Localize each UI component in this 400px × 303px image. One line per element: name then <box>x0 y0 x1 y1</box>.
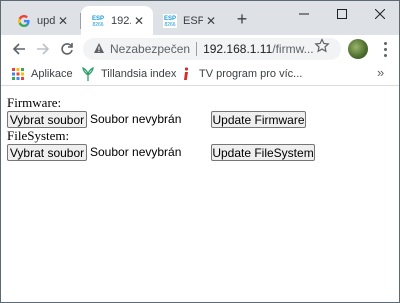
tab-title: upda <box>37 14 55 27</box>
firmware-choose-file-button[interactable]: Vybrat soubor <box>7 111 87 128</box>
plant-icon <box>81 67 95 81</box>
maximize-icon[interactable] <box>323 1 361 27</box>
minimize-icon[interactable] <box>285 1 323 27</box>
forward-arrow-icon[interactable] <box>33 39 53 59</box>
filesystem-no-file-text: Soubor nevybrán <box>90 145 182 159</box>
reload-icon[interactable] <box>57 39 77 59</box>
omnibox-divider <box>196 42 198 56</box>
google-icon <box>17 14 31 28</box>
firmware-heading: Firmware: <box>7 95 62 110</box>
close-tab-icon[interactable]: ✕ <box>203 14 219 28</box>
url-path: /firmw... <box>272 42 314 56</box>
url-host: 192.168.1.11 <box>203 42 273 56</box>
bookmark-tv-program[interactable]: TV program pro víc... <box>179 66 302 82</box>
bookmark-tillandsia[interactable]: Tillandsia index <box>81 66 176 82</box>
update-filesystem-button[interactable]: Update FileSystem <box>211 144 315 161</box>
bookmarks-overflow-icon[interactable]: » <box>377 65 384 80</box>
svg-text:8266: 8266 <box>164 22 175 28</box>
close-window-icon[interactable] <box>361 1 399 27</box>
svg-text:8266: 8266 <box>92 22 103 28</box>
bookmark-label: Aplikace <box>31 68 73 80</box>
browser-toolbar: Nezabezpečen 192.168.1.11/firmw... <box>1 35 399 63</box>
bookmark-label: TV program pro víc... <box>199 68 303 80</box>
bookmarks-bar: Aplikace Tillandsia index TV program pro… <box>1 63 399 86</box>
star-icon[interactable] <box>314 38 330 59</box>
update-firmware-button[interactable]: Update Firmware <box>211 111 306 128</box>
new-tab-icon[interactable]: + <box>233 10 251 28</box>
firmware-no-file-text: Soubor nevybrán <box>90 112 182 126</box>
tab-strip: upda ✕ ESP 8266 192. ✕ ESP 8266 <box>1 1 399 35</box>
filesystem-heading: FileSystem: <box>7 128 70 143</box>
tab-google[interactable]: upda ✕ <box>7 6 77 35</box>
apps-grid-icon <box>11 67 25 81</box>
close-tab-icon[interactable]: ✕ <box>55 14 71 28</box>
tab-esp[interactable]: ESP 8266 ESP8 ✕ <box>153 6 225 35</box>
profile-avatar[interactable] <box>348 39 368 59</box>
tab-title: ESP8 <box>183 14 203 27</box>
filesystem-choose-file-button[interactable]: Vybrat soubor <box>7 144 87 161</box>
bookmark-apps[interactable]: Aplikace <box>11 66 73 82</box>
menu-dots-icon[interactable] <box>377 40 393 58</box>
browser-window: upda ✕ ESP 8266 192. ✕ ESP 8266 <box>1 1 399 302</box>
back-arrow-icon[interactable] <box>9 39 29 59</box>
tab-esp-active[interactable]: ESP 8266 192. ✕ <box>81 6 153 35</box>
warning-icon[interactable] <box>93 42 105 57</box>
security-label: Nezabezpečen <box>110 42 191 56</box>
bookmark-label: Tillandsia index <box>101 68 177 80</box>
address-bar[interactable]: Nezabezpečen 192.168.1.11/firmw... <box>83 38 341 60</box>
info-icon <box>179 67 193 81</box>
close-tab-icon[interactable]: ✕ <box>131 14 147 28</box>
tab-title: 192. <box>111 14 131 27</box>
page-content: Firmware: Vybrat soubor Soubor nevybrán … <box>1 86 399 302</box>
esp8266-icon: ESP 8266 <box>91 13 105 28</box>
esp8266-icon: ESP 8266 <box>163 13 177 28</box>
